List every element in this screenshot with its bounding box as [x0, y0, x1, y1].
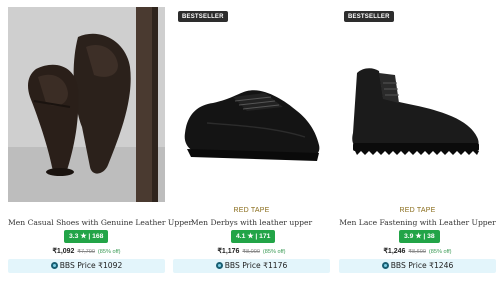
mrp-price: ₹8,600 — [408, 249, 426, 255]
product-name[interactable]: Men Casual Shoes with Genuine Leather Up… — [8, 218, 192, 227]
product-name[interactable]: Men Lace Fastening with Leather Upper — [339, 218, 496, 227]
sale-price: ₹1,092 — [52, 248, 75, 255]
product-image[interactable] — [8, 7, 165, 202]
rating-badge: 3.3 ★ | 168 — [64, 230, 109, 243]
product-card[interactable]: Men Casual Shoes with Genuine Leather Up… — [8, 0, 192, 287]
sale-price: ₹1,246 — [383, 248, 406, 255]
bestseller-badge: BESTSELLER — [344, 11, 394, 22]
discount-label: (85% off) — [97, 249, 121, 255]
discount-label: (85% off) — [262, 249, 286, 255]
bbs-price-label: BBS Price ₹1092 — [59, 261, 123, 270]
derby-shoe-photo-icon — [173, 7, 330, 202]
mrp-price: ₹8,000 — [242, 249, 260, 255]
sale-price: ₹1,176 — [217, 248, 240, 255]
price-row: ₹1,176 ₹8,000 (85% off) — [173, 247, 330, 255]
rating-badge: 4.1 ★ | 171 — [231, 230, 276, 243]
bbs-price-button[interactable]: BBS Price ₹1246 — [339, 259, 496, 273]
bbs-coin-icon — [215, 262, 223, 269]
product-brand: RED TAPE — [233, 207, 270, 214]
loafer-shoe-photo-icon — [8, 7, 165, 202]
bbs-price-button[interactable]: BBS Price ₹1092 — [8, 259, 165, 273]
product-image[interactable] — [339, 7, 496, 202]
bbs-coin-icon — [50, 262, 58, 269]
discount-label: (85% off) — [428, 249, 452, 255]
bbs-price-label: BBS Price ₹1176 — [224, 261, 288, 270]
price-row: ₹1,092 ₹7,700 (85% off) — [8, 247, 165, 255]
product-brand: RED TAPE — [399, 207, 436, 214]
mrp-price: ₹7,700 — [77, 249, 95, 255]
bbs-coin-icon — [381, 262, 389, 269]
product-card[interactable]: BESTSELLER RED TAPE Men Derbys with leat… — [173, 0, 330, 287]
bbs-price-label: BBS Price ₹1246 — [390, 261, 454, 270]
product-card[interactable]: BESTSELLER RED TAPE Men Lace Fastening w… — [339, 0, 496, 287]
product-image[interactable] — [173, 7, 330, 202]
product-grid: Men Casual Shoes with Genuine Leather Up… — [0, 0, 500, 287]
product-name[interactable]: Men Derbys with leather upper — [173, 218, 330, 227]
price-row: ₹1,246 ₹8,600 (85% off) — [339, 247, 496, 255]
boot-shoe-photo-icon — [339, 7, 496, 202]
bestseller-badge: BESTSELLER — [178, 11, 228, 22]
bbs-price-button[interactable]: BBS Price ₹1176 — [173, 259, 330, 273]
rating-badge: 3.9 ★ | 38 — [399, 230, 440, 243]
